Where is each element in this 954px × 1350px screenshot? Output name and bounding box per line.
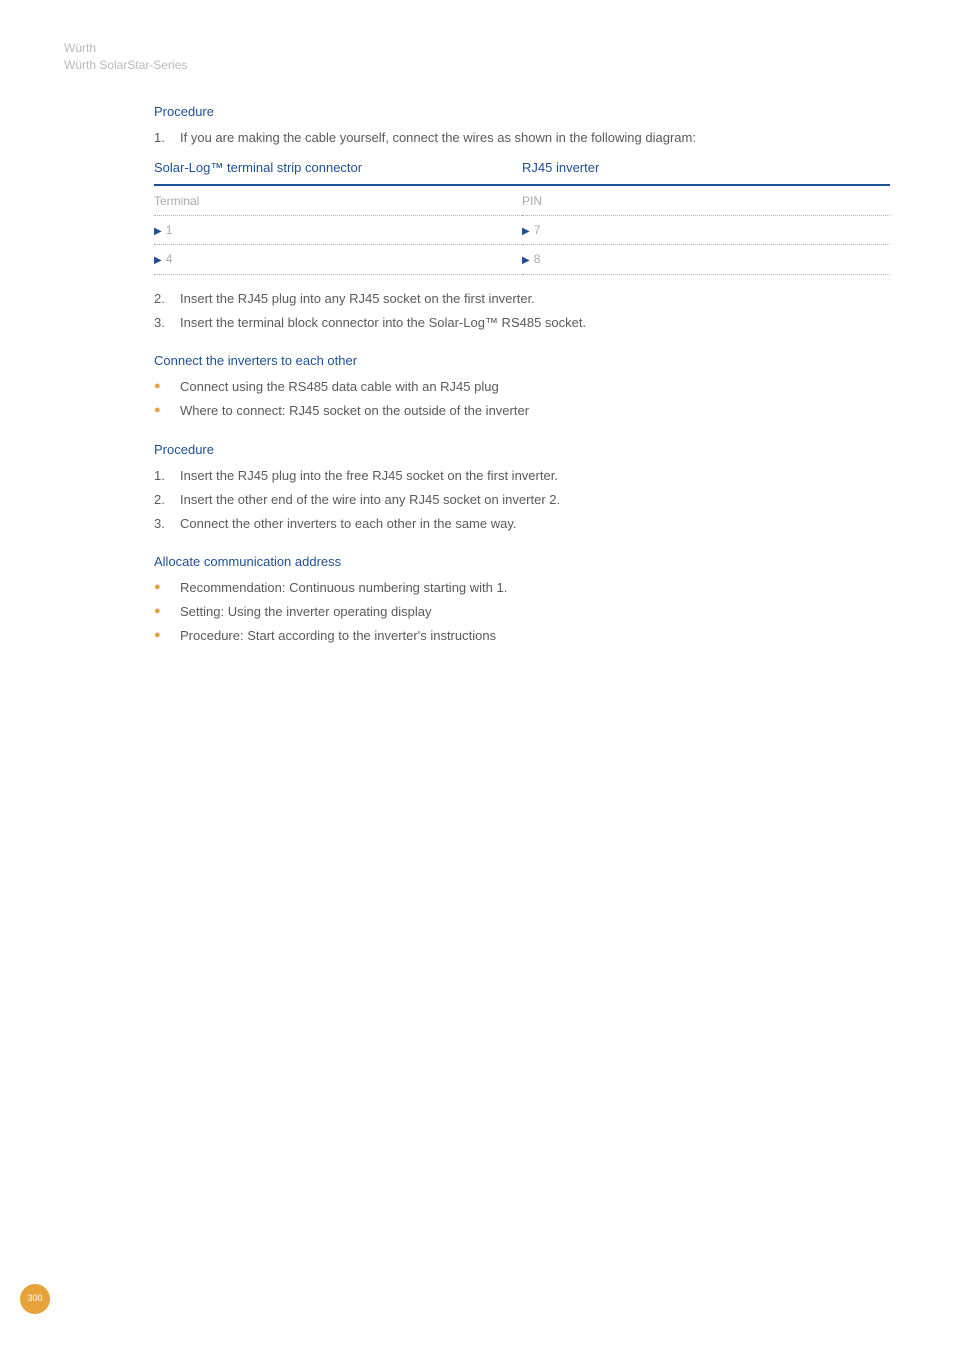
page-header: Würth Würth SolarStar-Series: [64, 40, 890, 74]
list-text: Procedure: Start according to the invert…: [180, 626, 496, 646]
list-text: Connect the other inverters to each othe…: [180, 514, 517, 534]
list-number: 2.: [154, 490, 180, 510]
list-item: 3. Insert the terminal block connector i…: [154, 313, 890, 333]
triangle-icon: ▶: [522, 255, 530, 266]
list-text: Recommendation: Continuous numbering sta…: [180, 578, 507, 598]
list-text: Insert the other end of the wire into an…: [180, 490, 560, 510]
list-item: 2. Insert the other end of the wire into…: [154, 490, 890, 510]
section-heading-procedure-1: Procedure: [154, 102, 890, 122]
cell-value: 8: [534, 252, 541, 266]
list-item: ● Setting: Using the inverter operating …: [154, 602, 890, 622]
list-number: 1.: [154, 128, 180, 148]
table-header-right: RJ45 inverter: [522, 154, 890, 185]
table-row: ▶ 1 ▶ 7: [154, 215, 890, 245]
list-number: 3.: [154, 313, 180, 333]
list-text: Setting: Using the inverter operating di…: [180, 602, 431, 622]
allocate-bullets: ● Recommendation: Continuous numbering s…: [154, 578, 890, 646]
table-header-left: Solar-Log™ terminal strip connector: [154, 154, 522, 185]
table-row: ▶ 4 ▶ 8: [154, 245, 890, 275]
section-heading-connect: Connect the inverters to each other: [154, 351, 890, 371]
bullet-icon: ●: [154, 602, 180, 622]
page-number: 300: [27, 1292, 42, 1306]
list-number: 3.: [154, 514, 180, 534]
main-content: Procedure 1. If you are making the cable…: [64, 102, 890, 647]
connector-table: Solar-Log™ terminal strip connector RJ45…: [154, 154, 890, 275]
bullet-icon: ●: [154, 377, 180, 397]
page-number-badge: 300: [20, 1284, 50, 1314]
list-text: Insert the RJ45 plug into any RJ45 socke…: [180, 289, 535, 309]
page-header-line2: Würth SolarStar-Series: [64, 57, 890, 74]
triangle-icon: ▶: [522, 226, 530, 237]
list-text: Connect using the RS485 data cable with …: [180, 377, 499, 397]
procedure-list-1: 1. If you are making the cable yourself,…: [154, 128, 890, 148]
list-item: ● Recommendation: Continuous numbering s…: [154, 578, 890, 598]
connect-bullets: ● Connect using the RS485 data cable wit…: [154, 377, 890, 421]
list-number: 2.: [154, 289, 180, 309]
list-number: 1.: [154, 466, 180, 486]
page-header-line1: Würth: [64, 40, 890, 57]
list-text: Where to connect: RJ45 socket on the out…: [180, 401, 529, 421]
list-text: If you are making the cable yourself, co…: [180, 128, 696, 148]
section-heading-procedure-2: Procedure: [154, 440, 890, 460]
list-item: ● Where to connect: RJ45 socket on the o…: [154, 401, 890, 421]
triangle-icon: ▶: [154, 255, 162, 266]
procedure-list-1b: 2. Insert the RJ45 plug into any RJ45 so…: [154, 289, 890, 333]
table-subheader-left: Terminal: [154, 185, 522, 215]
bullet-icon: ●: [154, 626, 180, 646]
list-text: Insert the RJ45 plug into the free RJ45 …: [180, 466, 558, 486]
triangle-icon: ▶: [154, 226, 162, 237]
list-item: 1. Insert the RJ45 plug into the free RJ…: [154, 466, 890, 486]
cell-value: 4: [166, 252, 173, 266]
list-item: 2. Insert the RJ45 plug into any RJ45 so…: [154, 289, 890, 309]
list-item: 3. Connect the other inverters to each o…: [154, 514, 890, 534]
section-heading-allocate: Allocate communication address: [154, 552, 890, 572]
bullet-icon: ●: [154, 578, 180, 598]
list-item: ● Procedure: Start according to the inve…: [154, 626, 890, 646]
list-item: ● Connect using the RS485 data cable wit…: [154, 377, 890, 397]
table-subheader-right: PIN: [522, 185, 890, 215]
list-text: Insert the terminal block connector into…: [180, 313, 586, 333]
procedure-list-2: 1. Insert the RJ45 plug into the free RJ…: [154, 466, 890, 534]
cell-value: 1: [166, 223, 173, 237]
bullet-icon: ●: [154, 401, 180, 421]
cell-value: 7: [534, 223, 541, 237]
list-item: 1. If you are making the cable yourself,…: [154, 128, 890, 148]
